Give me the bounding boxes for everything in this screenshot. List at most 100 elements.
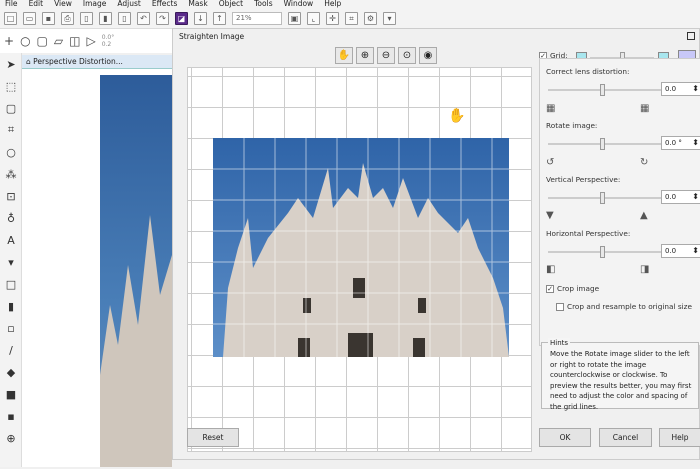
launch-icon[interactable]: ▾	[383, 12, 396, 25]
preview-photo	[213, 138, 509, 357]
ok-button[interactable]: OK	[539, 428, 591, 447]
save-icon[interactable]: ▪	[42, 12, 55, 25]
import-icon[interactable]: ↓	[194, 12, 207, 25]
pen-icon[interactable]: /	[0, 339, 22, 361]
paste-icon[interactable]: ▯	[118, 12, 131, 25]
paint-icon[interactable]: ▾	[0, 251, 22, 273]
zoom-in-icon[interactable]: ⊕	[356, 47, 374, 64]
shape-icon[interactable]: □	[0, 273, 22, 295]
export-icon[interactable]: ↑	[213, 12, 226, 25]
rotate-ccw-icon: ↺	[546, 157, 555, 168]
swap-colors-icon[interactable]: ▪	[0, 405, 22, 427]
vertical-perspective-right-icon: ▲	[640, 210, 648, 221]
scale-icon[interactable]: ▢	[37, 34, 48, 48]
eraser-icon[interactable]: ▮	[0, 295, 22, 317]
crop-resample-checkbox[interactable]: Crop and resample to original size	[556, 302, 692, 311]
fit-icon[interactable]: ▣	[288, 12, 301, 25]
zoom-100-icon[interactable]: ◉	[419, 47, 437, 64]
horizontal-perspective-input[interactable]: 0.0	[661, 244, 700, 258]
hand-cursor-icon: ✋	[448, 108, 466, 124]
text-tool-icon[interactable]: A	[0, 229, 22, 251]
reset-button[interactable]: Reset	[187, 428, 239, 447]
rotate-input[interactable]: 0.0 °	[661, 136, 700, 150]
menu-window[interactable]: Window	[284, 0, 314, 9]
lens-distortion-slider[interactable]	[548, 84, 661, 96]
undo-icon[interactable]: ↶	[137, 12, 150, 25]
help-button[interactable]: Help	[659, 428, 700, 447]
menu-adjust[interactable]: Adjust	[117, 0, 140, 9]
barrel-icon: ▦	[546, 103, 556, 114]
print-icon[interactable]: ⎙	[61, 12, 74, 25]
add-icon[interactable]: ⊕	[0, 427, 22, 449]
crop-image-checkbox[interactable]: ✓ Crop image	[546, 284, 599, 293]
zoom-level-select[interactable]: 21%	[232, 12, 282, 25]
menu-view[interactable]: View	[54, 0, 72, 9]
redo-icon[interactable]: ↷	[156, 12, 169, 25]
pincushion-icon: ▦	[640, 103, 650, 114]
menu-effects[interactable]: Effects	[152, 0, 178, 9]
zoom-tool-icon[interactable]: ○	[0, 141, 22, 163]
offset-value[interactable]: 0.2	[102, 41, 112, 48]
guides-icon[interactable]: ✛	[326, 12, 339, 25]
menu-mask[interactable]: Mask	[188, 0, 207, 9]
plus-icon[interactable]: +	[4, 34, 14, 48]
zoom-fit-icon[interactable]: ⊙	[398, 47, 416, 64]
fill-icon[interactable]: ◆	[0, 361, 22, 383]
angle-value[interactable]: 0.0°	[102, 34, 115, 41]
distort-icon[interactable]: ◫	[69, 34, 80, 48]
mask-icon[interactable]: ◪	[175, 12, 188, 25]
zoom-out-icon[interactable]: ⊖	[377, 47, 395, 64]
menu-object[interactable]: Object	[219, 0, 243, 9]
adjustments-group: Correct lens distortion: 0.0 ▦ ▦ Rotate …	[539, 58, 700, 346]
rotate-label: Rotate image:	[546, 121, 598, 130]
lens-distortion-input[interactable]: 0.0	[661, 82, 700, 96]
hand-icon[interactable]: ✋	[335, 47, 353, 64]
perspective-icon[interactable]: ▷	[86, 34, 95, 48]
hints-title: Hints	[548, 338, 571, 349]
maximize-icon[interactable]	[687, 32, 695, 40]
menu-file[interactable]: File	[5, 0, 18, 9]
vertical-perspective-input[interactable]: 0.0	[661, 190, 700, 204]
crop-icon[interactable]: ⌗	[0, 119, 22, 141]
gear-icon[interactable]: ⚙	[364, 12, 377, 25]
hints-box: Hints Move the Rotate image slider to th…	[541, 338, 699, 411]
pick-tool-icon[interactable]: ➤	[0, 53, 22, 75]
rulers-icon[interactable]: ⌞	[307, 12, 320, 25]
menu-help[interactable]: Help	[324, 0, 341, 9]
brush-icon[interactable]: ♁	[0, 207, 22, 229]
new-icon[interactable]: □	[4, 12, 17, 25]
vertical-perspective-slider[interactable]	[548, 192, 661, 204]
background-photo	[100, 75, 172, 467]
preview-area[interactable]: ✋	[187, 67, 532, 452]
rotate-icon[interactable]: ○	[20, 34, 30, 48]
crop-resample-label: Crop and resample to original size	[567, 302, 692, 311]
cancel-button[interactable]: Cancel	[599, 428, 652, 447]
copy-icon[interactable]: ▮	[99, 12, 112, 25]
open-icon[interactable]: ▭	[23, 12, 36, 25]
rectangle-mask-icon[interactable]: ▢	[0, 97, 22, 119]
menu-tools[interactable]: Tools	[254, 0, 272, 9]
cut-icon[interactable]: ▯	[80, 12, 93, 25]
rotate-slider[interactable]	[548, 138, 661, 150]
toolbox: ➤ ⬚ ▢ ⌗ ○ ⁂ ⊡ ♁ A ▾ □ ▮ ▫ / ◆ ■ ▪ ⊕	[0, 53, 22, 467]
clone-icon[interactable]: ⊡	[0, 185, 22, 207]
menu-edit[interactable]: Edit	[29, 0, 44, 9]
property-bar: + ○ ▢ ▱ ◫ ▷ 0.0° 0.2	[0, 29, 172, 53]
lens-distortion-label: Correct lens distortion:	[546, 67, 630, 76]
menu-image[interactable]: Image	[83, 0, 107, 9]
horizontal-perspective-left-icon: ◧	[546, 264, 556, 275]
hints-text: Move the Rotate image slider to the left…	[550, 350, 692, 411]
snap-icon[interactable]: ⌗	[345, 12, 358, 25]
menu-bar: File Edit View Image Adjust Effects Mask…	[0, 0, 700, 9]
effect-icon[interactable]: ▫	[0, 317, 22, 339]
standard-toolbar: □ ▭ ▪ ⎙ ▯ ▮ ▯ ↶ ↷ ◪ ↓ ↑ 21% ▣ ⌞ ✛ ⌗ ⚙ ▾	[0, 9, 700, 29]
eyedropper-icon[interactable]: ⁂	[0, 163, 22, 185]
mask-transform-icon[interactable]: ⬚	[0, 75, 22, 97]
rotate-cw-icon: ↻	[640, 157, 649, 168]
horizontal-perspective-slider[interactable]	[548, 246, 661, 258]
skew-icon[interactable]: ▱	[54, 34, 63, 48]
perspective-distortion-menu-item[interactable]: ⌂ Perspective Distortion...	[22, 55, 172, 69]
vertical-perspective-left-icon: ▼	[546, 210, 554, 221]
dialog-title: Straighten Image	[179, 32, 245, 41]
color-swatch-icon[interactable]: ■	[0, 383, 22, 405]
